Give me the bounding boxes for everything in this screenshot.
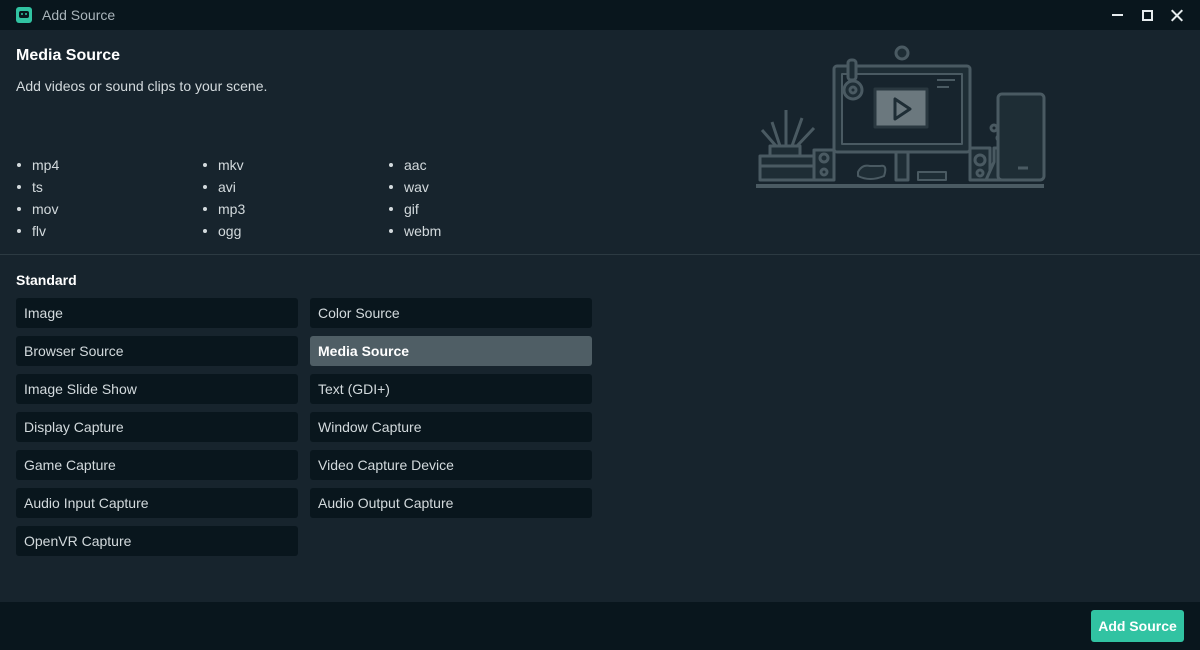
section-label-standard: Standard	[16, 272, 77, 288]
title-bar: Add Source	[0, 0, 1200, 30]
streamlabs-icon	[16, 7, 32, 23]
format-item: webm	[388, 220, 574, 242]
source-option-video-capture-device[interactable]: Video Capture Device	[310, 450, 592, 480]
source-option-color-source[interactable]: Color Source	[310, 298, 592, 328]
format-item: mp3	[202, 198, 388, 220]
format-item: ts	[16, 176, 202, 198]
format-item: ogg	[202, 220, 388, 242]
footer-bar	[0, 602, 1200, 650]
source-option-window-capture[interactable]: Window Capture	[310, 412, 592, 442]
source-option-image[interactable]: Image	[16, 298, 298, 328]
source-description: Add videos or sound clips to your scene.	[16, 78, 268, 94]
minimize-button[interactable]	[1104, 3, 1130, 27]
close-icon	[1171, 9, 1184, 22]
format-item: aac	[388, 154, 574, 176]
maximize-icon	[1141, 9, 1153, 21]
source-option-text-gdi[interactable]: Text (GDI+)	[310, 374, 592, 404]
supported-formats-list: mp4 ts mov flv mkv avi mp3 ogg aac wav g…	[16, 154, 576, 242]
source-option-game-capture[interactable]: Game Capture	[16, 450, 298, 480]
format-item: avi	[202, 176, 388, 198]
close-button[interactable]	[1164, 3, 1190, 27]
source-option-openvr-capture[interactable]: OpenVR Capture	[16, 526, 298, 556]
source-option-browser-source[interactable]: Browser Source	[16, 336, 298, 366]
source-option-image-slide-show[interactable]: Image Slide Show	[16, 374, 298, 404]
minimize-icon	[1111, 14, 1123, 16]
format-item: gif	[388, 198, 574, 220]
section-divider	[0, 254, 1200, 255]
format-item: mp4	[16, 154, 202, 176]
media-source-illustration	[756, 45, 1046, 188]
maximize-button[interactable]	[1134, 3, 1160, 27]
source-option-audio-input-capture[interactable]: Audio Input Capture	[16, 488, 298, 518]
source-title: Media Source	[16, 47, 121, 64]
format-item: mov	[16, 198, 202, 220]
format-item: wav	[388, 176, 574, 198]
source-option-audio-output-capture[interactable]: Audio Output Capture	[310, 488, 592, 518]
source-option-media-source[interactable]: Media Source	[310, 336, 592, 366]
source-option-display-capture[interactable]: Display Capture	[16, 412, 298, 442]
format-item: flv	[16, 220, 202, 242]
format-item: mkv	[202, 154, 388, 176]
window-title: Add Source	[42, 7, 116, 23]
add-source-button[interactable]: Add Source	[1091, 610, 1184, 642]
